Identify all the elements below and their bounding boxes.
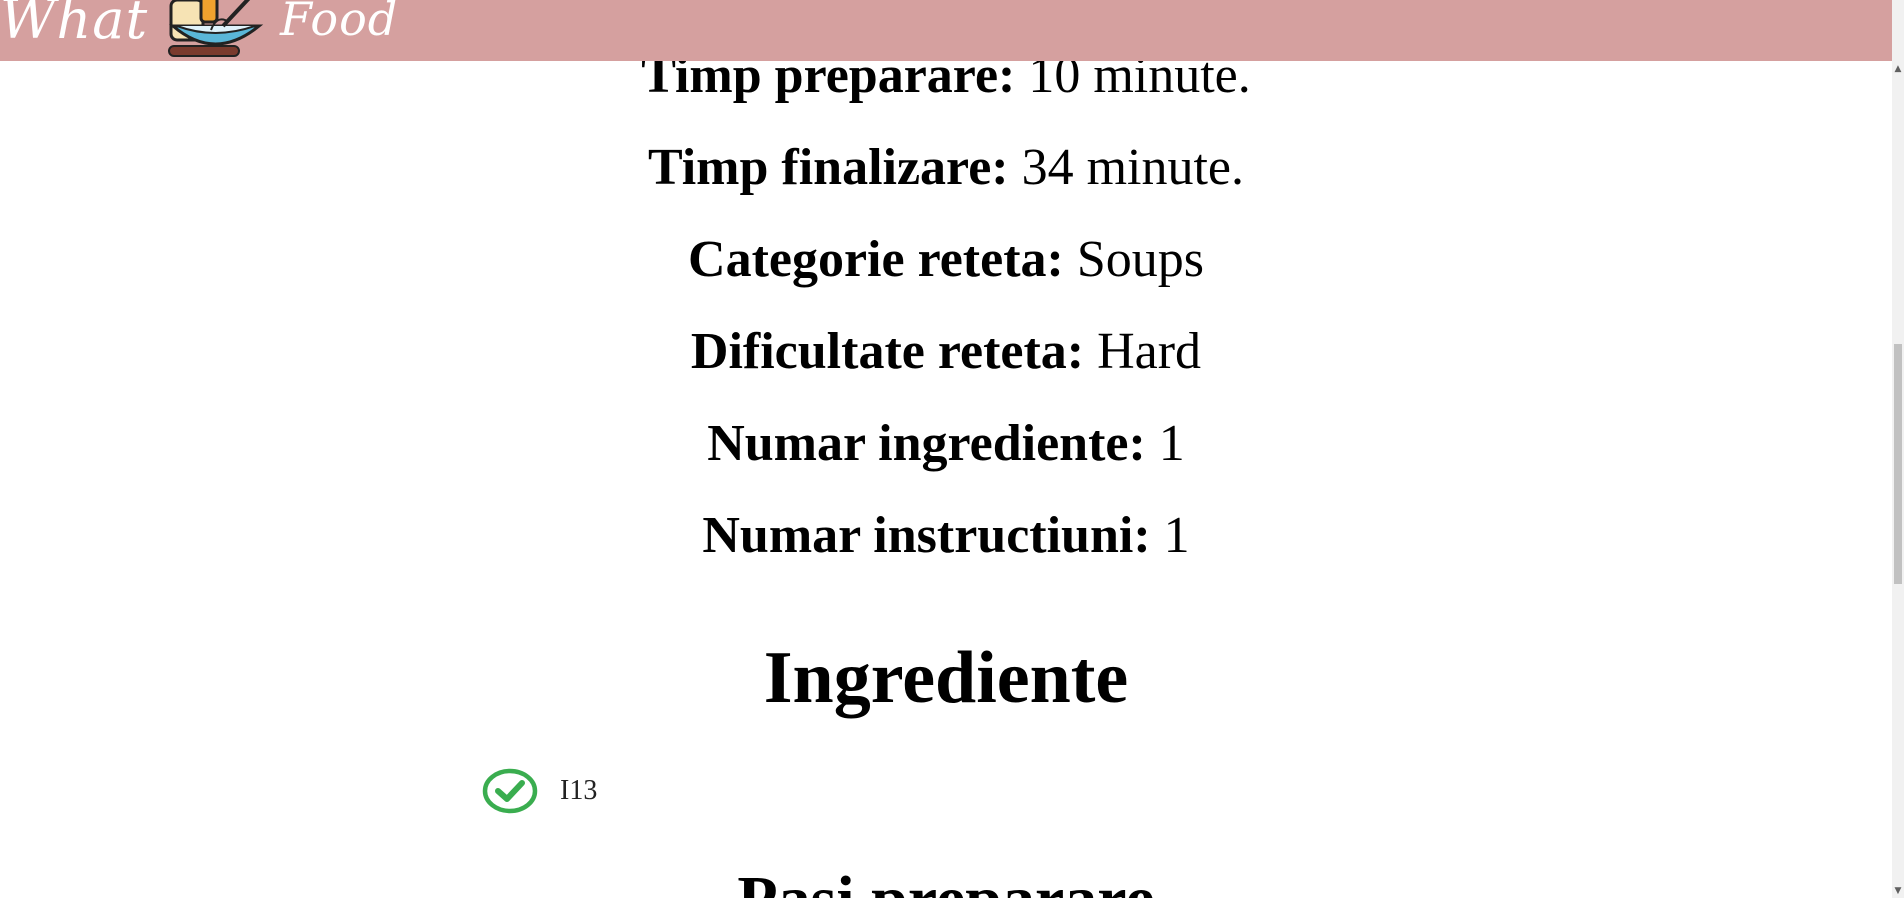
info-label: Numar ingrediente: — [707, 415, 1146, 472]
scroll-thumb[interactable] — [1894, 344, 1902, 584]
info-instruction-count: Numar instructiuni: 1 — [0, 506, 1892, 566]
vertical-scrollbar[interactable]: ▲ ▼ — [1892, 0, 1904, 898]
logo-word-what: What — [0, 0, 149, 51]
ingredient-name: I13 — [560, 775, 598, 806]
info-label: Timp finalizare: — [647, 139, 1009, 196]
ingredients-heading: Ingrediente — [763, 637, 1129, 719]
info-label: Dificultate reteta: — [690, 323, 1085, 380]
logo-word-food: Food — [280, 0, 399, 46]
scroll-down-arrow[interactable]: ▼ — [1892, 884, 1904, 898]
info-difficulty: Dificultate reteta: Hard — [0, 322, 1892, 382]
scroll-up-arrow[interactable]: ▲ — [1892, 62, 1904, 76]
info-value: Hard — [1084, 323, 1202, 380]
info-value: 1 — [1145, 415, 1185, 472]
check-circle-icon — [482, 768, 538, 814]
info-finish-time: Timp finalizare: 34 minute. — [0, 138, 1892, 198]
info-label: Categorie reteta: — [688, 231, 1064, 288]
recipe-content: Timp preparare: 10 minute. Timp finaliza… — [0, 0, 1892, 898]
mixing-bowl-icon — [165, 0, 265, 61]
info-value: 1 — [1150, 507, 1190, 564]
info-ingredient-count: Numar ingrediente: 1 — [0, 414, 1892, 474]
steps-heading: Pasi preparare — [0, 858, 1892, 898]
ingredient-item: I13 — [482, 766, 597, 816]
info-category: Categorie reteta: Soups — [0, 230, 1892, 290]
site-logo[interactable]: What Food — [0, 0, 400, 61]
top-navbar: What Food — [0, 0, 1904, 61]
info-value: Soups — [1063, 231, 1204, 288]
info-value: 34 minute. — [1008, 139, 1245, 196]
info-label: Numar instructiuni: — [702, 507, 1151, 564]
